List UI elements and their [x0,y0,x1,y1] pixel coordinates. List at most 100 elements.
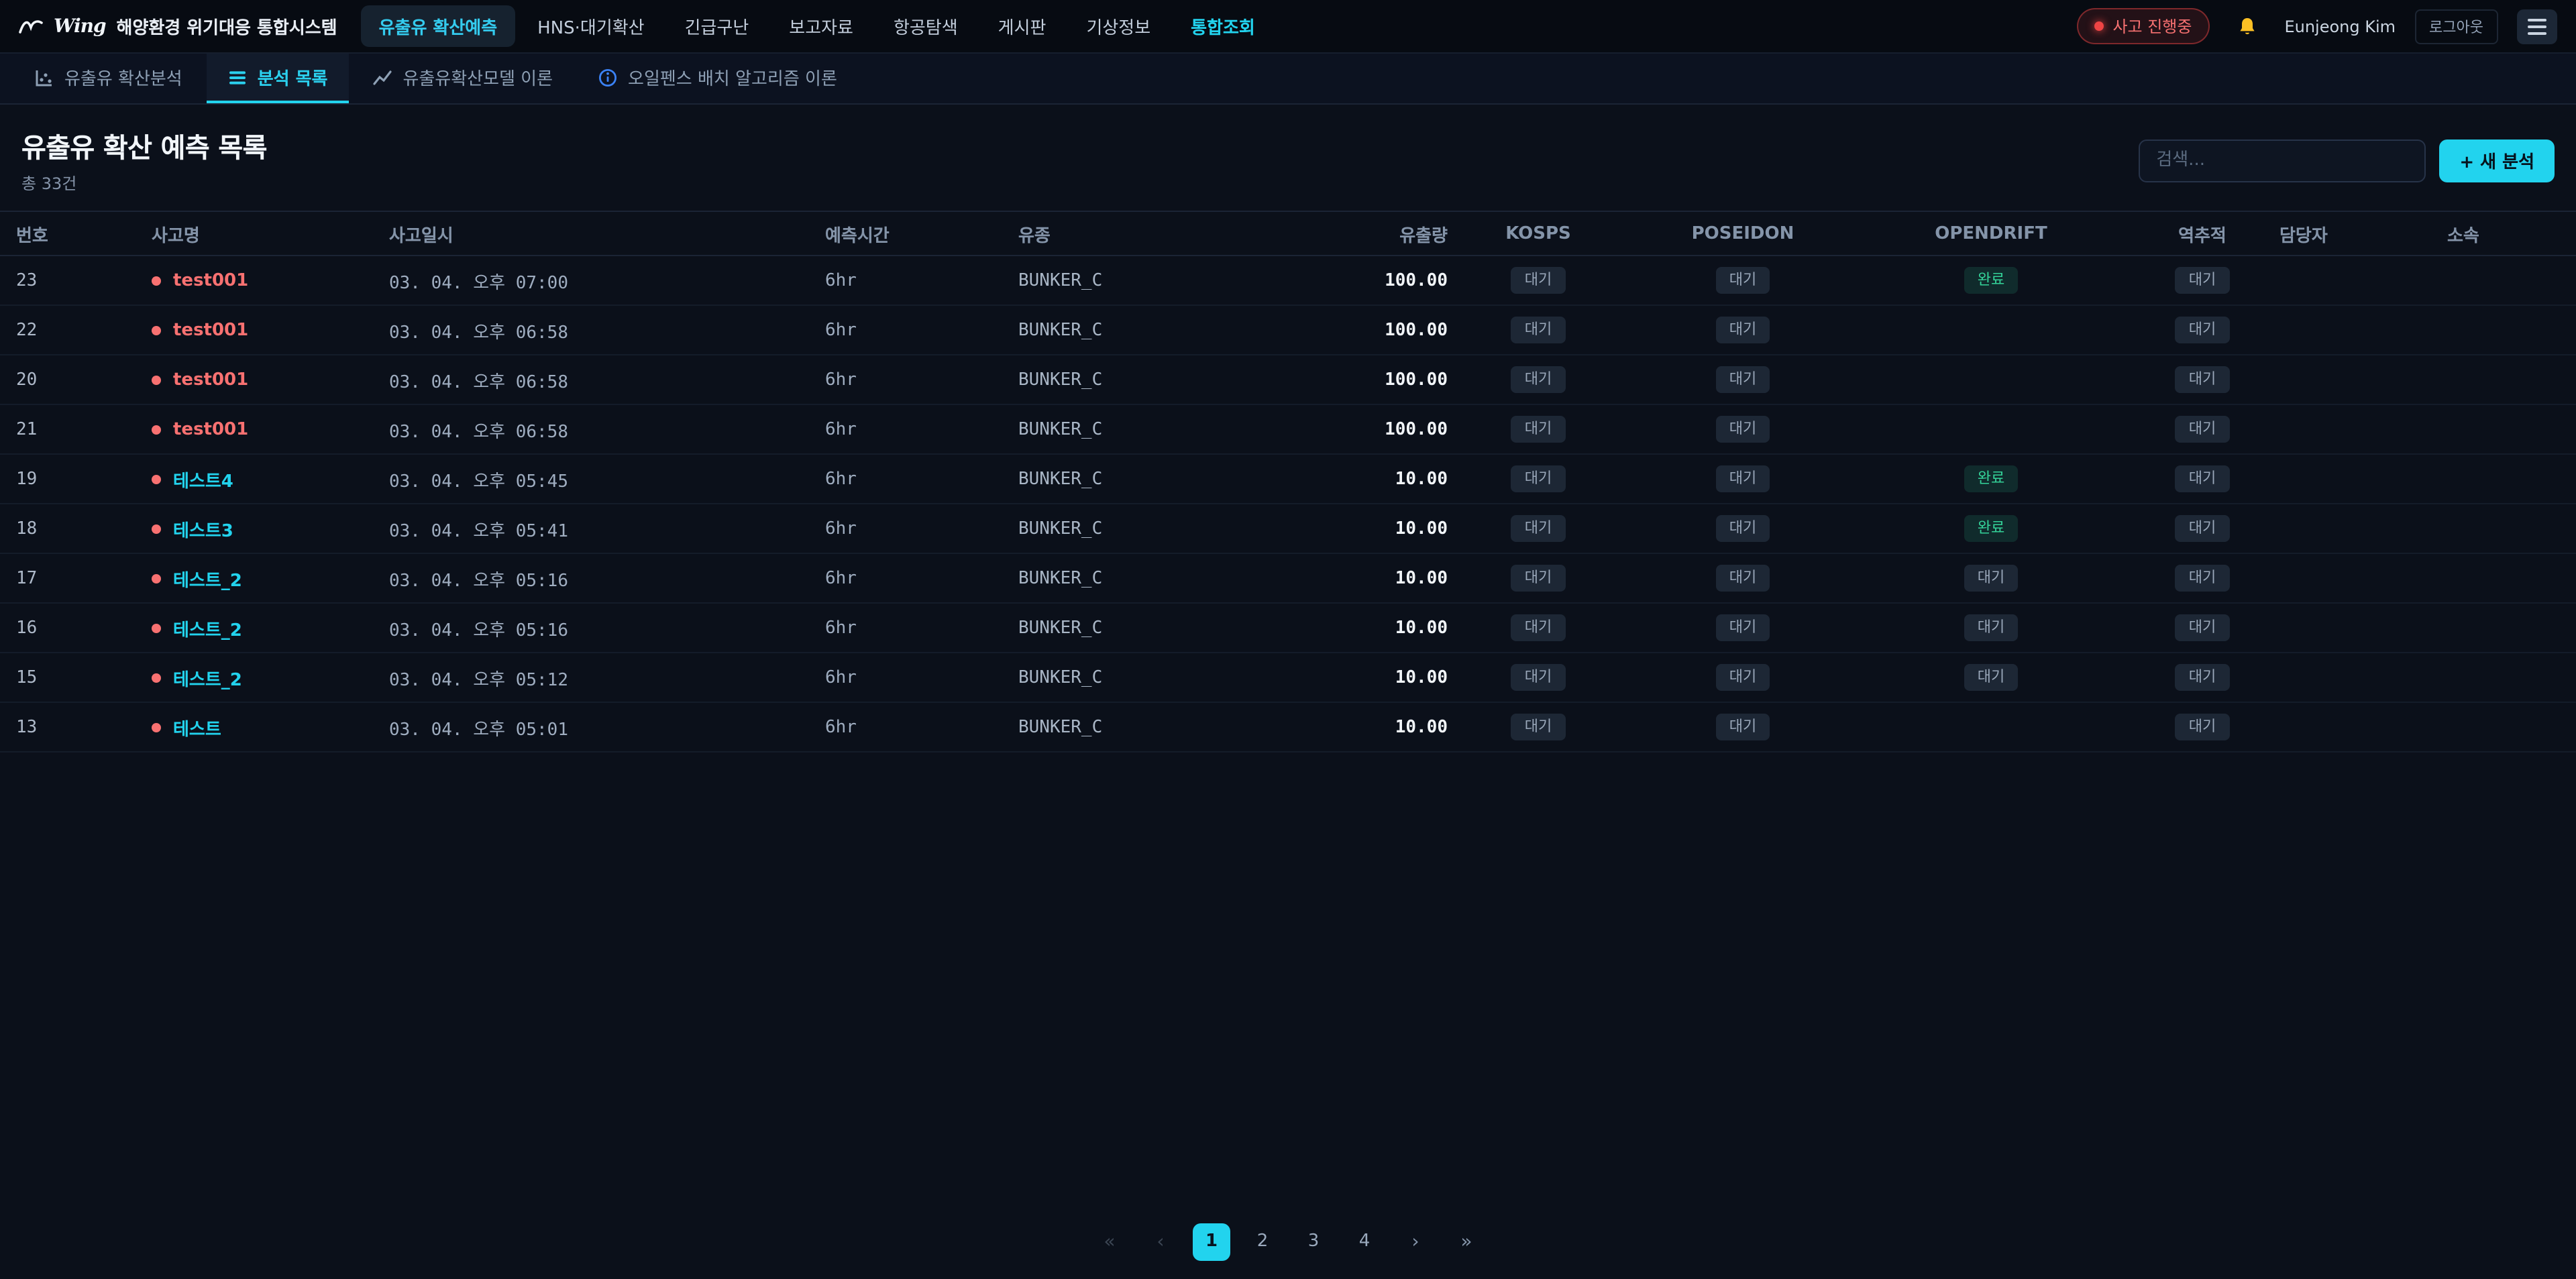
user-name: Eunjeong Kim [2284,17,2396,36]
cell-amount: 10.00 [1327,717,1448,737]
status-badge: 대기 [1511,317,1566,343]
tab[interactable]: 오일펜스 배치 알고리즘 이론 [577,54,859,103]
hamburger-menu-icon[interactable] [2517,9,2557,44]
status-badge: 대기 [1964,665,2019,690]
cell-incident-name: 테스트_2 [152,665,389,690]
cell-oil-type: BUNKER_C [1018,469,1327,489]
incident-link[interactable]: test001 [173,370,248,390]
cell-poseidon: 대기 [1629,416,1857,442]
nav-item[interactable]: 보고자료 [771,5,871,47]
cell-incident-name: test001 [152,320,389,340]
cell-incident-name: 테스트_2 [152,615,389,641]
cell-number: 22 [16,320,152,340]
incident-link[interactable]: 테스트_2 [173,620,242,641]
cell-datetime: 03. 04. 오후 06:58 [389,317,825,343]
column-header: OPENDRIFT [1857,223,2125,243]
tab[interactable]: 유출유 확산분석 [13,54,204,103]
table-row: 15테스트_203. 04. 오후 05:126hrBUNKER_C10.00대… [0,653,2576,703]
wing-logo-icon [19,18,43,34]
pagination-page-button[interactable]: 4 [1346,1223,1383,1260]
incident-dot-icon [152,573,161,583]
cell-amount: 100.00 [1327,370,1448,390]
cell-opendrift: 완료 [1857,466,2125,492]
pagination-first-button[interactable]: « [1091,1223,1128,1260]
incident-link[interactable]: 테스트 [173,720,221,740]
status-badge: 대기 [1716,714,1770,740]
pagination-page-button[interactable]: 1 [1193,1223,1230,1260]
column-header: 번호 [16,221,152,246]
pagination-next-button[interactable]: › [1397,1223,1434,1260]
incident-dot-icon [152,673,161,682]
cell-amount: 10.00 [1327,667,1448,687]
incident-dot-icon [152,375,161,384]
incident-link[interactable]: 테스트_2 [173,571,242,591]
page-title: 유출유 확산 예측 목록 [21,126,267,165]
cell-poseidon: 대기 [1629,466,1857,492]
incident-link[interactable]: test001 [173,419,248,439]
status-badge: 대기 [2176,615,2230,641]
status-badge: 완료 [1964,516,2019,541]
incident-dot-icon [2094,21,2103,31]
cell-datetime: 03. 04. 오후 05:16 [389,565,825,591]
cell-predict-time: 6hr [825,518,1018,539]
incident-link[interactable]: test001 [173,320,248,340]
cell-poseidon: 대기 [1629,565,1857,591]
search-input[interactable] [2139,139,2426,182]
incident-link[interactable]: test001 [173,270,248,290]
incident-link[interactable]: 테스트3 [173,521,233,541]
nav-item[interactable]: HNS·대기확산 [520,5,661,47]
notification-bell-button[interactable] [2228,9,2265,44]
cell-oil-type: BUNKER_C [1018,370,1327,390]
cell-predict-time: 6hr [825,568,1018,588]
new-analysis-button[interactable]: + 새 분석 [2439,139,2555,182]
cell-backtrack: 대기 [2125,516,2279,541]
tab-bar: 유출유 확산분석 분석 목록유출유확산모델 이론오일펜스 배치 알고리즘 이론 [0,54,2576,105]
status-badge: 대기 [1511,516,1566,541]
nav-item[interactable]: 게시판 [981,5,1064,47]
status-badge: 대기 [2176,268,2230,293]
cell-poseidon: 대기 [1629,665,1857,690]
logo-text: Wing [54,15,106,37]
nav-item[interactable]: 항공탐색 [876,5,975,47]
pagination-page-button[interactable]: 3 [1295,1223,1332,1260]
status-badge: 완료 [1964,466,2019,492]
table-row: 17테스트_203. 04. 오후 05:166hrBUNKER_C10.00대… [0,554,2576,604]
cell-oil-type: BUNKER_C [1018,568,1327,588]
pagination-page-button[interactable]: 2 [1244,1223,1281,1260]
tab-label: 유출유 확산분석 [64,64,182,90]
cell-datetime: 03. 04. 오후 05:45 [389,466,825,492]
cell-amount: 10.00 [1327,469,1448,489]
cell-poseidon: 대기 [1629,317,1857,343]
tab[interactable]: 분석 목록 [207,54,350,103]
status-badge: 완료 [1964,268,2019,293]
incident-link[interactable]: 테스트4 [173,471,233,492]
tab[interactable]: 유출유확산모델 이론 [352,54,574,103]
status-badge: 대기 [1511,665,1566,690]
cell-kosps: 대기 [1448,466,1629,492]
incident-dot-icon [152,524,161,533]
column-header: 유출량 [1327,221,1448,246]
list-icon [228,68,247,87]
nav-item[interactable]: 유출유 확산예측 [362,5,515,47]
pagination-last-button[interactable]: » [1448,1223,1485,1260]
cell-poseidon: 대기 [1629,268,1857,293]
cell-kosps: 대기 [1448,416,1629,442]
nav-item[interactable]: 기상정보 [1069,5,1168,47]
table-row: 18테스트303. 04. 오후 05:416hrBUNKER_C10.00대기… [0,504,2576,554]
nav-item[interactable]: 통합조회 [1173,5,1273,47]
status-badge: 대기 [1716,317,1770,343]
incident-link[interactable]: 테스트_2 [173,670,242,690]
cell-predict-time: 6hr [825,320,1018,340]
status-badge: 대기 [2176,367,2230,392]
cell-datetime: 03. 04. 오후 06:58 [389,367,825,392]
pagination-prev-button[interactable]: ‹ [1142,1223,1179,1260]
incident-status-badge[interactable]: 사고 진행중 [2076,8,2209,44]
cell-kosps: 대기 [1448,565,1629,591]
logout-button[interactable]: 로그아웃 [2414,9,2498,44]
brand[interactable]: Wing 해양환경 위기대응 통합시스템 [19,13,337,39]
cell-backtrack: 대기 [2125,367,2279,392]
column-header: POSEIDON [1629,223,1857,243]
nav-item[interactable]: 긴급구난 [667,5,767,47]
cell-amount: 100.00 [1327,270,1448,290]
incident-dot-icon [152,722,161,732]
